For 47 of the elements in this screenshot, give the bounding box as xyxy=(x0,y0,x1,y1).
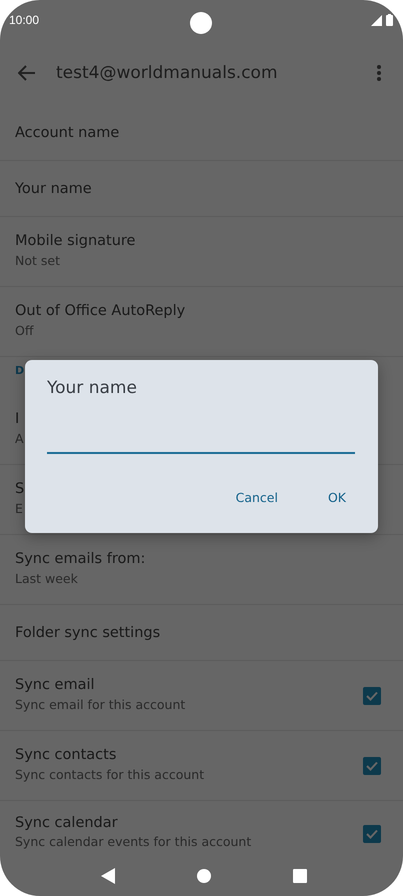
check-icon xyxy=(366,691,378,701)
setting-title: Sync calendar xyxy=(15,814,118,833)
check-icon xyxy=(366,761,378,771)
setting-summary: E xyxy=(15,501,23,517)
settings-row[interactable]: Folder sync settings xyxy=(0,605,403,661)
checkbox[interactable] xyxy=(363,757,381,775)
dialog-button[interactable]: Cancel xyxy=(226,486,288,509)
dialog-title: Your name xyxy=(47,378,138,398)
setting-title: S xyxy=(15,480,24,499)
setting-title: Folder sync settings xyxy=(15,624,160,642)
setting-title: Out of Office AutoReply xyxy=(15,302,186,321)
settings-row[interactable]: Sync calendar Sync calendar events for this account xyxy=(0,801,403,851)
setting-summary: Sync calendar events for this account xyxy=(15,835,252,848)
setting-summary: Sync contacts for this account xyxy=(15,767,204,783)
settings-row[interactable]: Your name xyxy=(0,161,403,217)
more-options-icon[interactable] xyxy=(377,64,381,80)
setting-title: Mobile signature xyxy=(15,232,136,251)
settings-row[interactable]: Sync emails from: Last week xyxy=(0,535,403,605)
checkbox[interactable] xyxy=(363,825,381,843)
setting-summary: Last week xyxy=(15,571,78,587)
setting-title: Sync contacts xyxy=(15,746,116,765)
battery-icon xyxy=(386,14,393,26)
account-title: test4@worldmanuals.com xyxy=(56,62,279,82)
settings-row[interactable]: Out of Office AutoReply Off xyxy=(0,287,403,357)
setting-summary: Not set xyxy=(15,253,60,269)
back-arrow-icon[interactable] xyxy=(18,64,36,80)
check-icon xyxy=(366,829,378,839)
setting-title: Account name xyxy=(15,124,120,142)
settings-row[interactable]: Account name xyxy=(0,105,403,161)
setting-summary: Sync email for this account xyxy=(15,697,186,713)
checkbox[interactable] xyxy=(363,687,381,705)
dialog-button[interactable]: OK xyxy=(318,486,356,509)
camera-hole xyxy=(190,12,212,34)
setting-title: Your name xyxy=(15,180,92,198)
back-nav-icon[interactable] xyxy=(101,868,115,884)
setting-summary: Off xyxy=(15,323,34,339)
status-time: 10:00 xyxy=(9,13,40,27)
setting-summary: A xyxy=(15,431,24,447)
settings-row[interactable]: Mobile signature Not set xyxy=(0,217,403,287)
signal-icon xyxy=(371,15,382,26)
settings-row[interactable]: Sync email Sync email for this account xyxy=(0,661,403,731)
section-header: D xyxy=(15,364,24,377)
setting-title: Sync email xyxy=(15,676,95,695)
home-nav-icon[interactable] xyxy=(197,869,211,883)
setting-title: Sync emails from: xyxy=(15,550,146,569)
settings-row[interactable]: Sync contacts Sync contacts for this account xyxy=(0,731,403,801)
setting-title: I xyxy=(15,410,20,429)
